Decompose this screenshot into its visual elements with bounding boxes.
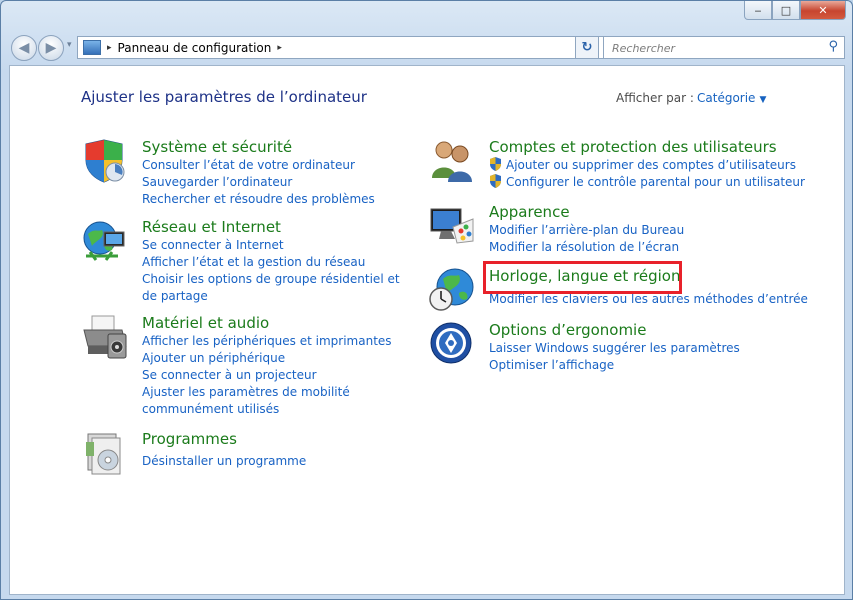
view-by-label: Afficher par : <box>616 91 694 105</box>
printer-icon[interactable] <box>82 314 128 360</box>
link-network-status[interactable]: Afficher l’état et la gestion du réseau <box>142 254 417 271</box>
link-uninstall-program[interactable]: Désinstaller un programme <box>142 453 306 470</box>
breadcrumb-separator-icon[interactable]: ▸ <box>107 43 112 53</box>
recent-pages-dropdown[interactable]: ▾ <box>67 40 72 50</box>
network-globe-icon[interactable] <box>82 218 128 264</box>
navigation-bar: ◀ ▶ ▾ ▸ Panneau de configuration ▸ ▼ ↻ ⚲ <box>9 34 845 61</box>
breadcrumb-chevron-icon[interactable]: ▸ <box>277 43 282 53</box>
category-title[interactable]: Système et sécurité <box>142 138 375 157</box>
highlight-box <box>483 261 682 294</box>
control-panel-window: ‒ □ ✕ ◀ ▶ ▾ ▸ Panneau de configuration ▸… <box>0 0 853 600</box>
forward-arrow-icon: ▶ <box>45 40 57 56</box>
link-parental-controls[interactable]: Configurer le contrôle parental pour un … <box>489 174 805 191</box>
users-icon[interactable] <box>429 138 475 184</box>
link-change-desktop-background[interactable]: Modifier l’arrière-plan du Bureau <box>489 222 684 239</box>
address-bar[interactable]: ▸ Panneau de configuration ▸ ▼ <box>77 36 604 59</box>
refresh-icon: ↻ <box>581 40 593 55</box>
window-controls: ‒ □ ✕ <box>744 1 846 20</box>
link-backup-computer[interactable]: Sauvegarder l’ordinateur <box>142 174 375 191</box>
page-title: Ajuster les paramètres de l’ordinateur <box>81 88 367 106</box>
category-title[interactable]: Matériel et audio <box>142 314 417 333</box>
view-by-value[interactable]: Catégorie <box>697 91 755 105</box>
link-check-computer-status[interactable]: Consulter l’état de votre ordinateur <box>142 157 375 174</box>
forward-button[interactable]: ▶ <box>38 35 64 61</box>
maximize-button[interactable]: □ <box>772 1 800 20</box>
link-connect-projector[interactable]: Se connecter à un projecteur <box>142 367 417 384</box>
link-change-screen-resolution[interactable]: Modifier la résolution de l’écran <box>489 239 684 256</box>
shield-icon[interactable] <box>82 138 128 184</box>
control-panel-icon <box>83 40 101 55</box>
ease-of-access-icon[interactable] <box>429 321 475 367</box>
view-by-dropdown[interactable]: Catégorie ▼ <box>697 91 766 105</box>
link-add-device[interactable]: Ajouter un périphérique <box>142 350 417 367</box>
link-troubleshoot[interactable]: Rechercher et résoudre des problèmes <box>142 191 375 208</box>
category-title[interactable]: Options d’ergonomie <box>489 321 740 340</box>
back-button[interactable]: ◀ <box>11 35 37 61</box>
display-palette-icon[interactable] <box>429 203 475 249</box>
link-add-remove-accounts-label[interactable]: Ajouter ou supprimer des comptes d’utili… <box>506 158 796 172</box>
clock-globe-icon[interactable] <box>429 267 475 313</box>
search-icon[interactable]: ⚲ <box>828 39 838 54</box>
category-title[interactable]: Comptes et protection des utilisateurs <box>489 138 805 157</box>
link-add-remove-accounts[interactable]: Ajouter ou supprimer des comptes d’utili… <box>489 157 805 174</box>
refresh-button[interactable]: ↻ <box>575 36 599 59</box>
category-title[interactable]: Réseau et Internet <box>142 218 417 237</box>
main-content: Ajuster les paramètres de l’ordinateur A… <box>9 65 845 595</box>
close-button[interactable]: ✕ <box>800 1 846 20</box>
link-homegroup-options[interactable]: Choisir les options de groupe résidentie… <box>142 271 417 305</box>
search-box[interactable]: ⚲ <box>603 36 845 59</box>
programs-icon[interactable] <box>82 430 128 476</box>
minimize-button[interactable]: ‒ <box>744 1 772 20</box>
link-connect-internet[interactable]: Se connecter à Internet <box>142 237 417 254</box>
link-optimize-display[interactable]: Optimiser l’affichage <box>489 357 740 374</box>
search-input[interactable] <box>610 38 814 59</box>
uac-shield-icon <box>490 157 501 171</box>
link-let-windows-suggest[interactable]: Laisser Windows suggérer les paramètres <box>489 340 740 357</box>
category-title[interactable]: Programmes <box>142 430 306 449</box>
breadcrumb-control-panel[interactable]: Panneau de configuration <box>118 41 272 55</box>
back-arrow-icon: ◀ <box>18 40 30 56</box>
uac-shield-icon <box>490 174 501 188</box>
link-mobility-settings[interactable]: Ajuster les paramètres de mobilité commu… <box>142 384 417 418</box>
link-parental-controls-label[interactable]: Configurer le contrôle parental pour un … <box>506 175 805 189</box>
chevron-down-icon[interactable]: ▼ <box>759 95 766 105</box>
link-devices-printers[interactable]: Afficher les périphériques et imprimante… <box>142 333 417 350</box>
category-title[interactable]: Apparence <box>489 203 684 222</box>
